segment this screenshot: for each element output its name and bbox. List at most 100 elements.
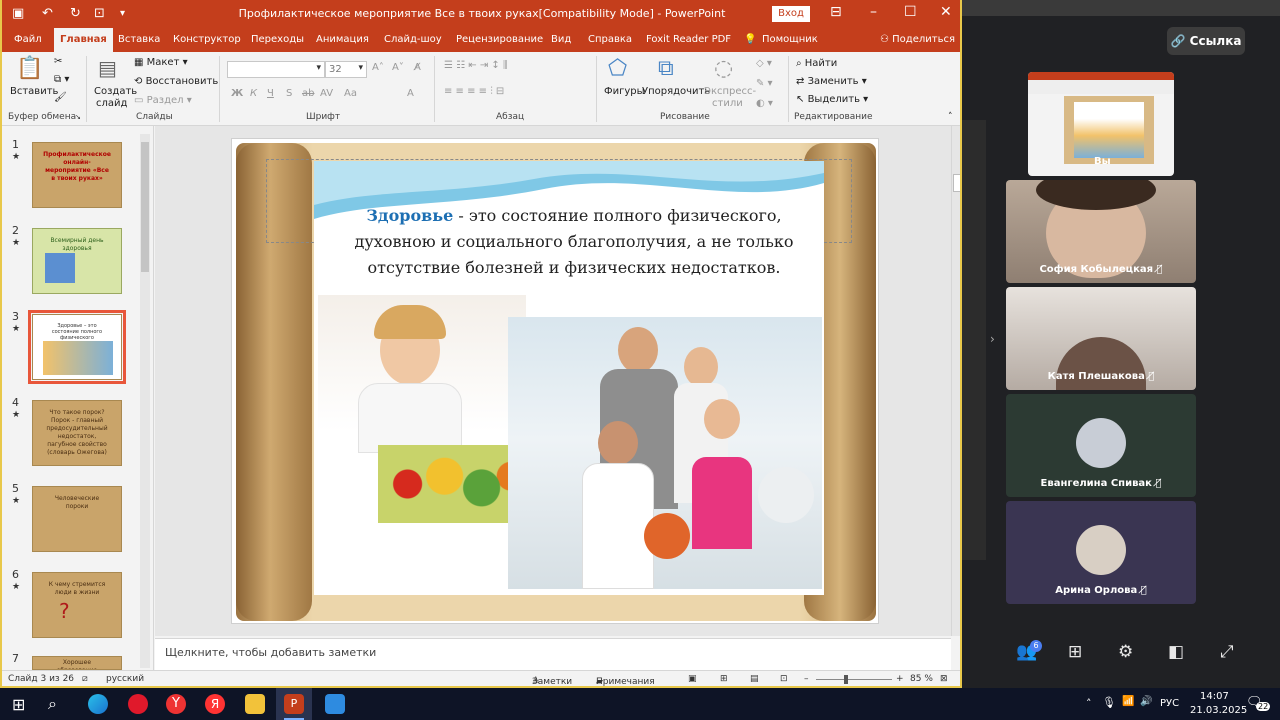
settings-gear-icon[interactable]: ⚙ (1118, 642, 1133, 662)
shapes-icon[interactable]: ⬠ (608, 56, 627, 81)
tab-view[interactable]: Вид (545, 28, 577, 52)
thumbnail-slide-2[interactable]: Всемирный день здоровья (32, 228, 122, 294)
participant-tile[interactable]: Евангелина Спивак 🎙̸ (1006, 394, 1196, 497)
yandex-icon[interactable]: Я (205, 694, 225, 714)
tab-foxit[interactable]: Foxit Reader PDF (640, 28, 737, 52)
thumbnail-slide-3[interactable]: Здоровье – это состояние полного физичес… (28, 310, 126, 384)
new-slide-button[interactable]: Создать (94, 86, 137, 97)
shape-outline-icon[interactable]: ✎ ▾ (756, 78, 773, 89)
reading-view-icon[interactable]: ▤ (750, 674, 759, 684)
select-button[interactable]: ↖ Выделить ▾ (796, 94, 868, 105)
font-color-button[interactable]: A (407, 88, 414, 99)
share-button[interactable]: ⚇ Поделиться (874, 28, 960, 52)
copy-icon[interactable]: ⧉ ▾ (54, 74, 69, 85)
spellcheck-icon[interactable]: ⧄ (82, 674, 88, 684)
copy-link-button[interactable]: 🔗 Ссылка (1167, 27, 1245, 55)
font-name-field[interactable]: ▾ (227, 61, 325, 78)
participant-tile[interactable]: София Кобылецкая 🎙̸ (1006, 180, 1196, 283)
undo-icon[interactable]: ↶ (42, 6, 53, 21)
find-button[interactable]: ⌕ Найти (796, 58, 837, 69)
slide-scrollbar[interactable] (951, 126, 960, 636)
tab-slideshow[interactable]: Слайд-шоу (378, 28, 448, 52)
shapes-button[interactable]: Фигуры (604, 86, 645, 97)
clear-format-icon[interactable]: A̸ (414, 62, 421, 73)
grid-view-icon[interactable]: ⊞ (1068, 642, 1082, 662)
thumbnail-slide-4[interactable]: Что такое порок? Порок - главный предосу… (32, 400, 122, 466)
current-slide[interactable]: Здоровье - это состояние полного физичес… (231, 138, 879, 624)
edge-browser-icon[interactable] (88, 694, 108, 714)
italic-button[interactable]: К (250, 88, 257, 99)
scrollbar-thumb[interactable] (141, 142, 149, 272)
windows-start-icon[interactable]: ⊞ (12, 695, 25, 714)
tab-file[interactable]: Файл (8, 28, 48, 52)
normal-view-icon[interactable]: ▣ (688, 674, 697, 684)
tab-help[interactable]: Справка (582, 28, 638, 52)
section-button[interactable]: ▭ Раздел ▾ (134, 95, 192, 106)
new-slide-button-line2[interactable]: слайд (96, 98, 127, 109)
slide-sorter-icon[interactable]: ⊞ (720, 674, 728, 684)
shrink-font-icon[interactable]: A˅ (392, 62, 404, 73)
arrange-button[interactable]: Упорядочить (642, 86, 710, 97)
wifi-icon[interactable]: 📶 (1122, 696, 1134, 707)
volume-icon[interactable]: 🔊 (1140, 696, 1152, 707)
tray-chevron-icon[interactable]: ˄ (1086, 697, 1092, 710)
paste-button[interactable]: Вставить (10, 86, 58, 97)
redo-icon[interactable]: ↻ (70, 6, 81, 21)
picture-in-picture-icon[interactable]: ◧ (1168, 642, 1184, 662)
tab-transitions[interactable]: Переходы (245, 28, 310, 52)
chevron-right-icon[interactable]: › (990, 332, 995, 346)
yandex-browser-icon[interactable]: Y (166, 694, 186, 714)
fullscreen-icon[interactable]: ⤢ (1220, 642, 1234, 662)
messenger-icon[interactable] (325, 694, 345, 714)
shape-fill-icon[interactable]: ◇ ▾ (756, 58, 772, 69)
language-indicator[interactable]: русский (106, 674, 144, 684)
close-icon[interactable]: ✕ (940, 4, 952, 20)
format-painter-icon[interactable]: 🖌 (54, 92, 67, 103)
quick-styles-icon[interactable]: ◌ (714, 56, 733, 81)
tab-animations[interactable]: Анимация (310, 28, 375, 52)
new-slide-icon[interactable]: ▤ (98, 56, 117, 80)
scrollbar-thumb[interactable] (953, 174, 960, 192)
tab-insert[interactable]: Вставка (112, 28, 166, 52)
reset-button[interactable]: ⟲ Восстановить (134, 76, 218, 87)
taskbar-powerpoint-active[interactable]: P (276, 688, 312, 720)
tab-home[interactable]: Главная (54, 28, 113, 52)
quick-styles-button[interactable]: Экспресс- (704, 86, 756, 97)
slideshow-view-icon[interactable]: ⊡ (780, 674, 788, 684)
shadow-button[interactable]: S (286, 88, 292, 99)
thumbnail-slide-7[interactable]: Хорошее образование (32, 656, 122, 670)
cut-icon[interactable]: ✂ (54, 56, 62, 67)
thumbnail-scrollbar[interactable] (140, 134, 150, 668)
microphone-icon[interactable]: 🎙 (1102, 696, 1116, 709)
quick-styles-button-line2[interactable]: стили (712, 98, 743, 109)
participant-tile[interactable]: Арина Орлова 🎙̸ (1006, 501, 1196, 604)
ribbon-display-icon[interactable]: ⊟ (830, 4, 842, 20)
maximize-icon[interactable]: ☐ (904, 4, 917, 20)
zoom-level[interactable]: 85 % (910, 674, 933, 684)
opera-browser-icon[interactable] (128, 694, 148, 714)
change-case-button[interactable]: Aa (344, 88, 357, 99)
customize-toolbar-icon[interactable]: ▾ (120, 8, 125, 19)
slideshow-start-icon[interactable]: ⊡ (94, 6, 105, 21)
thumbnail-slide-6[interactable]: К чему стремится люди в жизни? (32, 572, 122, 638)
input-language[interactable]: РУС (1160, 698, 1179, 709)
file-explorer-icon[interactable] (245, 694, 265, 714)
tab-design[interactable]: Конструктор (167, 28, 247, 52)
notes-pane[interactable]: Щелкните, чтобы добавить заметки (155, 638, 951, 670)
search-icon[interactable]: ⌕ (48, 694, 57, 714)
tab-review[interactable]: Рецензирование (450, 28, 549, 52)
zoom-slider-thumb[interactable] (844, 675, 848, 684)
clipboard-launcher-icon[interactable]: ↘ (75, 113, 81, 121)
underline-button[interactable]: Ч (267, 88, 274, 99)
thumbnail-slide-5[interactable]: Человеческие пороки (32, 486, 122, 552)
participant-tile[interactable]: Катя Плешакова 🎙̸ (1006, 287, 1196, 390)
tab-assistant[interactable]: Помощник (756, 28, 824, 52)
zoom-in-icon[interactable]: + (896, 674, 904, 684)
child-with-fruits-photo[interactable] (318, 295, 526, 523)
bold-button[interactable]: Ж (231, 88, 243, 99)
layout-button[interactable]: ▦ Макет ▾ (134, 57, 188, 68)
clock-date[interactable]: 21.03.2025 (1190, 705, 1247, 716)
grow-font-icon[interactable]: A˄ (372, 62, 384, 73)
arrange-icon[interactable]: ⧉ (658, 56, 674, 81)
signin-button[interactable]: Вход (772, 6, 810, 22)
